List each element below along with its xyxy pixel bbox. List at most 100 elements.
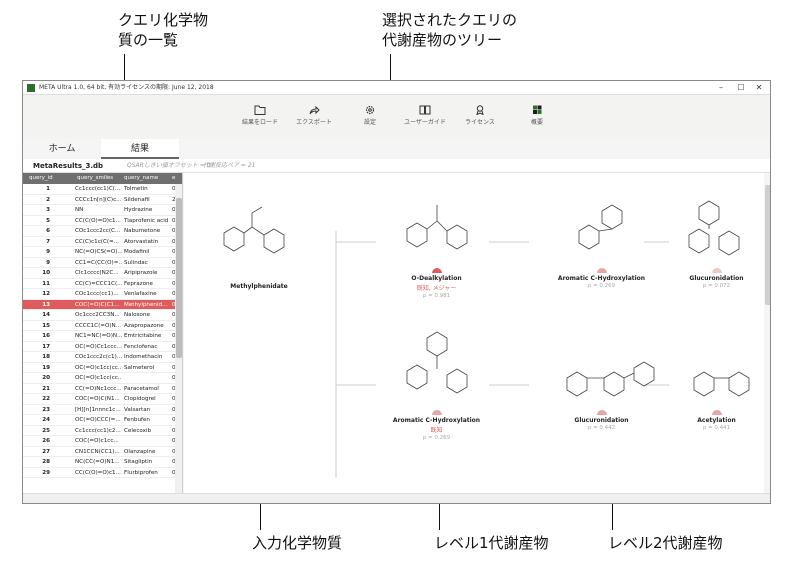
cell-query-name: Nabumetone <box>124 228 161 234</box>
table-row[interactable]: 12COc1ccc(cc1)...Venlafaxine0 <box>23 289 175 300</box>
table-row[interactable]: 7CC(C)c1c(C(=...Atorvastatin0 <box>23 237 175 247</box>
table-row[interactable]: 15CCCC1C(=O)N...Azapropazone0 <box>23 321 175 331</box>
node-tag: 既知, メジャー <box>416 285 457 292</box>
cell-query-id: 3 <box>46 207 50 213</box>
cell-query-smiles: COc1ccc2c(c1)... <box>75 354 122 360</box>
cell-query-smiles: COc1ccc2cc(C... <box>75 228 121 234</box>
level1-node-2[interactable]: Aromatic C-Hydroxylation 既知 p = 0.269 <box>384 410 489 441</box>
table-row[interactable]: 1Cc1ccc(cc1)C(...Tolmetin0 <box>23 184 175 195</box>
cell-query-id: 26 <box>42 438 50 444</box>
cell-query-name: Hydrazine <box>124 207 153 213</box>
user-guide-button[interactable]: ユーザーガイド <box>395 105 455 126</box>
table-row[interactable]: 11CC(C)=CCC1C(...Feprazone0 <box>23 279 175 289</box>
cell-query-id: 15 <box>42 322 50 329</box>
col-query-name[interactable]: query_name <box>124 173 158 184</box>
table-row[interactable]: 25Cc1ccc(cc1)c2...Celecoxib0 <box>23 426 175 436</box>
cell-query-id: 16 <box>42 333 50 339</box>
table-row[interactable]: 26COC(=O)c1cc...0 <box>23 436 175 447</box>
table-row[interactable]: 19OC(=O)c1cc(cc...Salmeterol0 <box>23 363 175 373</box>
cell-query-name: Sildenafil <box>124 196 150 203</box>
cell-query-name: Azapropazone <box>124 322 164 329</box>
table-row[interactable]: 3NNHydrazine0 <box>23 205 175 216</box>
col-query-id[interactable]: query_id <box>29 173 53 184</box>
cell-query-name: Indomethacin <box>124 354 163 360</box>
window-title: META Ultra 1.0, 64 bit, 有効ライセンスの期限: June… <box>39 84 214 91</box>
table-row[interactable]: 5CC(C(O)=O)c1...Tiaprofenic acid0 <box>23 216 175 226</box>
node-tag: 既知 <box>430 427 443 434</box>
level2-node-1[interactable]: Aromatic C-Hydroxylation p = 0.269 <box>549 268 654 289</box>
grid-rows: 1Cc1ccc(cc1)C(...Tolmetin02CCCc1n[n](C)c… <box>23 184 175 478</box>
minimize-button[interactable]: – <box>712 81 730 95</box>
cell-query-id: 1 <box>46 186 50 192</box>
callout-query-list: クエリ化学物 質の一覧 <box>118 10 208 50</box>
about-button[interactable]: 概要 <box>507 105 567 126</box>
cell-query-smiles: CCCC1C(=O)N... <box>75 322 122 329</box>
known-indicator <box>431 268 442 273</box>
table-row[interactable]: 20OC(=O)c1cc(cc...0 <box>23 373 175 384</box>
tree-scroll-thumb[interactable] <box>765 185 770 305</box>
root-metabolite[interactable]: Methylphenidate <box>214 281 304 290</box>
tab-home[interactable]: ホーム <box>23 139 101 159</box>
table-row[interactable]: 17OC(=O)Cc1ccc...Fenclofenac0 <box>23 342 175 352</box>
tab-results[interactable]: 結果 <box>101 139 179 159</box>
cell-query-id: 7 <box>46 238 50 245</box>
close-button[interactable]: ✕ <box>750 81 768 95</box>
table-row[interactable]: 2CCCc1n[n](C)c...Sildenafil21 <box>23 195 175 205</box>
cell-query-id: 17 <box>42 343 50 350</box>
table-row[interactable]: 16NC1=NC(=O)N...Emtricitabine0 <box>23 331 175 342</box>
cell-query-smiles: Clc1cccc(N2C... <box>75 270 119 276</box>
table-row[interactable]: 14Oc1ccc2CC3N...Naloxone0 <box>23 310 175 321</box>
cell-query-name: Flurbiprofen <box>124 469 158 476</box>
table-row[interactable]: 18COc1ccc2c(c1)...Indomethacin0 <box>23 352 175 363</box>
table-row[interactable]: 10Clc1cccc(N2C...Aripiprazole0 <box>23 268 175 279</box>
level2-node-2[interactable]: Glucuronidation p = 0.072 <box>669 268 764 289</box>
cell-query-smiles: CC1=C(CC(O)=... <box>75 259 122 266</box>
table-row[interactable]: 6COc1ccc2cc(C...Nabumetone0 <box>23 226 175 237</box>
node-label: Acetylation <box>697 417 736 424</box>
table-row[interactable]: 21CC(=O)Nc1ccc...Paracetamol0 <box>23 384 175 394</box>
load-results-button[interactable]: 結果をロード <box>230 105 290 126</box>
callout-input: 入力化学物質 <box>252 534 343 552</box>
tree-scrollbar[interactable] <box>764 173 770 495</box>
table-row[interactable]: 9NC(=O)CS(=O)...Modafinil0 <box>23 247 175 258</box>
cell-query-smiles: NN <box>75 207 84 213</box>
export-button[interactable]: エクスポート <box>284 105 344 126</box>
table-row[interactable]: 29CC(C(O)=O)c1...Flurbiprofen0 <box>23 468 175 478</box>
cell-query-name: Naloxone <box>124 312 150 318</box>
cell-query-name: Fenclofenac <box>124 343 158 350</box>
license-button[interactable]: ライセンス <box>450 105 510 126</box>
table-row[interactable]: 28NC(CC(=O)N1...Sitagliptin0 <box>23 457 175 468</box>
callout-line2: 質の一覧 <box>118 31 179 49</box>
level2-node-3[interactable]: Glucuronidation p = 0.442 <box>549 410 654 431</box>
maximize-button[interactable]: ☐ <box>732 81 750 95</box>
callout-line1: クエリ化学物 <box>118 11 209 29</box>
node-probability: p = 0.442 <box>587 425 616 431</box>
cell-query-smiles: NC(CC(=O)N1... <box>75 459 120 465</box>
table-row[interactable]: 22COC(=O)C(N1...Clopidogrel0 <box>23 394 175 405</box>
toolbar-label: ライセンス <box>465 119 495 126</box>
level2-node-4[interactable]: Acetylation p = 0.441 <box>669 410 764 431</box>
table-row[interactable]: 24OC(=O)CCC(=...Fenbufen0 <box>23 415 175 426</box>
cell-query-id: 13 <box>42 301 50 308</box>
level1-node-1[interactable]: O-Dealkylation 既知, メジャー p = 0.981 <box>384 268 489 299</box>
settings-button[interactable]: 設定 <box>340 105 400 126</box>
table-row[interactable]: 13COC(=O)C(C1...Methylphenid...0 <box>23 299 175 310</box>
cell-query-name: Paracetamol <box>124 385 159 392</box>
cell-query-id: 10 <box>42 270 50 276</box>
cell-query-smiles: COC(=O)C(N1... <box>75 396 120 402</box>
cell-query-name: Sulindac <box>124 259 148 266</box>
cell-query-id: 14 <box>42 312 50 318</box>
col-extra[interactable]: e <box>172 173 175 184</box>
cell-query-smiles: Oc1ccc2CC3N... <box>75 312 120 318</box>
table-row[interactable]: 27CN1CCN(CC1)...Olanzapine0 <box>23 447 175 457</box>
table-row[interactable]: 9CC1=C(CC(O)=...Sulindac0 <box>23 258 175 268</box>
grid-scrollbar[interactable] <box>175 184 182 495</box>
table-row[interactable]: 23[H][n]1nnnc1c...Valsartan0 <box>23 405 175 415</box>
tab-bar: ホーム 結果 <box>23 139 180 159</box>
cell-query-smiles: CC(C)=CCC1C(... <box>75 280 122 287</box>
grid-scroll-thumb[interactable] <box>176 198 182 358</box>
toolbar-label: ユーザーガイド <box>404 119 446 126</box>
cell-query-id: 20 <box>42 375 50 381</box>
award-icon <box>476 105 484 115</box>
col-query-smiles[interactable]: query_smiles <box>77 173 113 184</box>
